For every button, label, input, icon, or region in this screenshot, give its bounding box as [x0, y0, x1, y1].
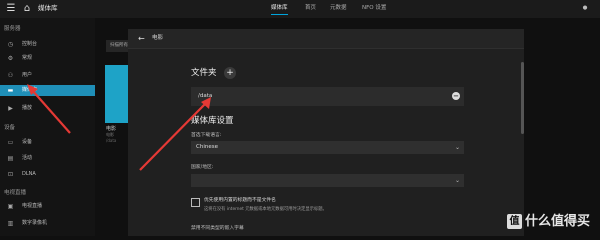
menu-icon[interactable]: ☰	[6, 3, 16, 14]
sidebar-item-users[interactable]: ⚇ 用户	[0, 70, 95, 81]
sidebar-item-label: DLNA	[22, 171, 36, 177]
sidebar-item-label: 活动	[22, 155, 33, 161]
settings-icon: ⚙	[7, 55, 14, 62]
add-folder-button[interactable]: +	[224, 67, 236, 79]
sidebar-item-label: 媒体库	[22, 87, 38, 93]
play-icon: ▶	[8, 105, 13, 112]
sidebar-item-label: 设备	[22, 139, 33, 145]
prefer-embedded-title-checkbox[interactable]	[191, 198, 200, 207]
watermark-text: 什么值得买	[525, 214, 591, 229]
sidebar-item-dvr[interactable]: ▥ 数字录像机	[0, 218, 95, 229]
dlna-icon: ⊡	[7, 171, 14, 178]
sidebar-item-live-tv[interactable]: ▣ 电视直播	[0, 201, 95, 212]
folder-path: /data	[198, 93, 213, 99]
sidebar-item-label: 数字录像机	[22, 220, 48, 226]
country-label: 国家/地区:	[191, 165, 214, 170]
dialog-title: 电影	[152, 35, 164, 41]
sidebar-item-library[interactable]: ▬ 媒体库	[0, 85, 95, 96]
dialog-scrollbar[interactable]	[521, 62, 524, 134]
dashboard-icon: ◷	[7, 41, 14, 48]
library-card-path: /data	[106, 138, 117, 143]
remove-folder-icon[interactable]: −	[452, 92, 460, 100]
sidebar-item-dlna[interactable]: ⊡ DLNA	[0, 169, 95, 180]
prefer-embedded-title-help: 这将在没有 internet 元数据或本地元数据可用时决定显示标题。	[204, 207, 327, 212]
disable-embedded-subtitles-label: 禁用不同类型的嵌入字幕	[191, 226, 244, 231]
sidebar-item-dashboard[interactable]: ◷ 控制台	[0, 39, 95, 50]
home-icon[interactable]: ⌂	[22, 3, 32, 14]
folder-row[interactable]: /data −	[191, 87, 464, 106]
watermark-logo: 值	[507, 214, 522, 229]
folder-icon: ▬	[7, 87, 14, 94]
devices-icon: ▭	[7, 139, 14, 146]
sidebar-item-devices[interactable]: ▭ 设备	[0, 137, 95, 148]
plus-icon: +	[226, 68, 234, 78]
folders-heading: 文件夹	[191, 68, 217, 78]
tab-nfo-settings[interactable]: NFO 设置	[362, 3, 386, 14]
sidebar-item-label: 播放	[22, 105, 33, 111]
sidebar-heading-live-tv: 电视直播	[4, 190, 27, 196]
prefer-embedded-title-label: 优先使用内置的标题而不是文件名	[204, 198, 276, 203]
sidebar-heading-server: 服务器	[4, 26, 21, 32]
chevron-down-icon: ⌄	[454, 144, 461, 151]
sidebar-item-activity[interactable]: ▤ 活动	[0, 153, 95, 164]
language-select[interactable]: Chinese ⌄	[191, 141, 464, 154]
tv-icon: ▣	[7, 203, 14, 210]
country-select[interactable]: ⌄	[191, 174, 464, 187]
sidebar-item-general[interactable]: ⚙ 常规	[0, 53, 95, 64]
language-select-value: Chinese	[196, 144, 218, 150]
sidebar-heading-devices: 设备	[4, 125, 16, 131]
back-arrow-icon[interactable]: ←	[138, 34, 147, 43]
sidebar-item-label: 电视直播	[22, 203, 43, 209]
sidebar-item-label: 用户	[22, 72, 33, 78]
dialog-header: ← 电影	[128, 29, 524, 49]
watermark-logo-glyph: 值	[509, 216, 520, 227]
tab-library[interactable]: 媒体库	[271, 3, 288, 15]
user-icon[interactable]: ●	[580, 4, 590, 13]
tab-home[interactable]: 首页	[305, 3, 316, 14]
app-title: 媒体库	[38, 4, 58, 12]
tab-metadata[interactable]: 元数据	[330, 3, 347, 14]
sidebar-item-label: 常规	[22, 55, 33, 61]
sidebar-item-playback[interactable]: ▶ 播放	[0, 103, 95, 114]
users-icon: ⚇	[7, 72, 14, 79]
library-edit-dialog: ← 电影	[128, 29, 524, 236]
top-bar: ☰ ⌂ 媒体库 媒体库 首页 元数据 NFO 设置 ●	[0, 0, 600, 18]
activity-icon: ▤	[7, 155, 14, 162]
chevron-down-icon: ⌄	[454, 177, 461, 184]
dvr-icon: ▥	[7, 220, 14, 227]
sidebar-item-label: 控制台	[22, 41, 38, 47]
library-settings-heading: 媒体库设置	[191, 116, 234, 126]
language-label: 首选下载语言:	[191, 133, 222, 138]
